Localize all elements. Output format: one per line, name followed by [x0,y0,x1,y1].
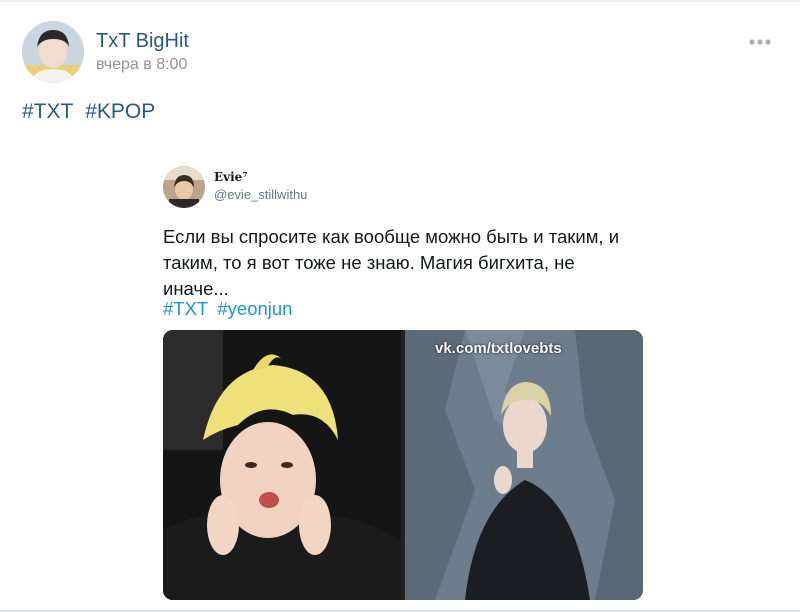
hashtag-link[interactable]: #TXT [22,100,73,123]
hashtag-link[interactable]: #KPOP [85,100,155,123]
tweet-hashtags: #TXT #yeonjun [163,298,296,320]
hashtag-link[interactable]: #yeonjun [217,298,292,319]
post-author-name[interactable]: TxT BigHit [96,30,189,53]
tweet-author-avatar[interactable] [163,166,205,208]
tweet-author-handle[interactable]: @evie_stillwithu [214,187,307,202]
tweet-author-name[interactable]: Evie⁷ [214,170,248,184]
image-watermark: vk.com/txtlovebts [435,340,562,357]
post-time[interactable]: вчера в 8:00 [96,56,187,74]
tweet-media[interactable]: vk.com/txtlovebts [163,330,643,600]
embedded-tweet: Evie⁷ @evie_stillwithu Если вы спросите … [163,162,643,602]
tweet-text: Если вы спросите как вообще можно быть и… [163,226,620,299]
photo-rock-background[interactable]: vk.com/txtlovebts [405,330,643,600]
post-hashtags: #TXT #KPOP [22,100,161,124]
hashtag-link[interactable]: #TXT [163,298,208,319]
author-avatar[interactable] [22,21,84,83]
photo-blonde-hair[interactable] [163,330,401,600]
more-horizontal-icon[interactable] [742,32,778,52]
post-card: TxT BigHit вчера в 8:00 #TXT #KPOP Evie⁷… [0,2,800,611]
